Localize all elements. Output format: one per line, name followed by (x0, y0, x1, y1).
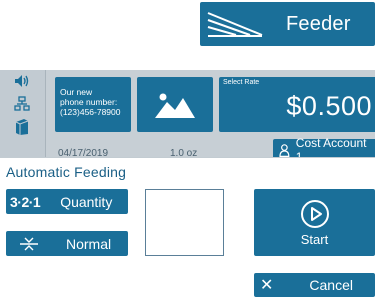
play-icon (300, 199, 329, 228)
countdown-sequence-icon: 3·2·1 (10, 193, 41, 210)
person-icon (279, 143, 290, 157)
image-placeholder-icon (153, 89, 197, 120)
quantity-label: Quantity (60, 193, 113, 210)
ink-cartridge-icon[interactable] (14, 118, 30, 136)
preview-box (145, 189, 224, 256)
phone-text-line3: (123)456-78900 (60, 107, 121, 117)
phone-message-tile[interactable]: Our new phone number: (123)456-78900 (55, 77, 131, 132)
quantity-button[interactable]: 3·2·1 Quantity (6, 189, 128, 214)
close-icon: ✕ (260, 277, 274, 294)
normal-label: Normal (66, 235, 112, 252)
rate-label: Select Rate (223, 79, 260, 86)
side-icon-bar (0, 70, 46, 162)
normal-button[interactable]: Normal (6, 231, 128, 256)
phone-text-line2: phone number: (60, 97, 118, 107)
rate-value: $0.500 (286, 91, 372, 121)
network-icon[interactable] (14, 96, 30, 112)
cancel-button[interactable]: ✕ Cancel (254, 273, 375, 297)
cancel-label: Cancel (309, 277, 353, 293)
feeder-icon (207, 12, 263, 37)
start-button[interactable]: Start (254, 189, 375, 256)
image-tile[interactable] (137, 77, 213, 132)
compress-icon (20, 237, 38, 250)
select-rate-tile[interactable]: Select Rate $0.500 (219, 77, 375, 132)
dialog-title: Automatic Feeding (6, 164, 127, 180)
start-label: Start (300, 231, 329, 247)
feeder-button[interactable]: Feeder (200, 2, 375, 46)
phone-text-line1: Our new (60, 87, 93, 97)
speaker-icon[interactable] (14, 74, 30, 88)
feeder-label: Feeder (286, 12, 351, 35)
